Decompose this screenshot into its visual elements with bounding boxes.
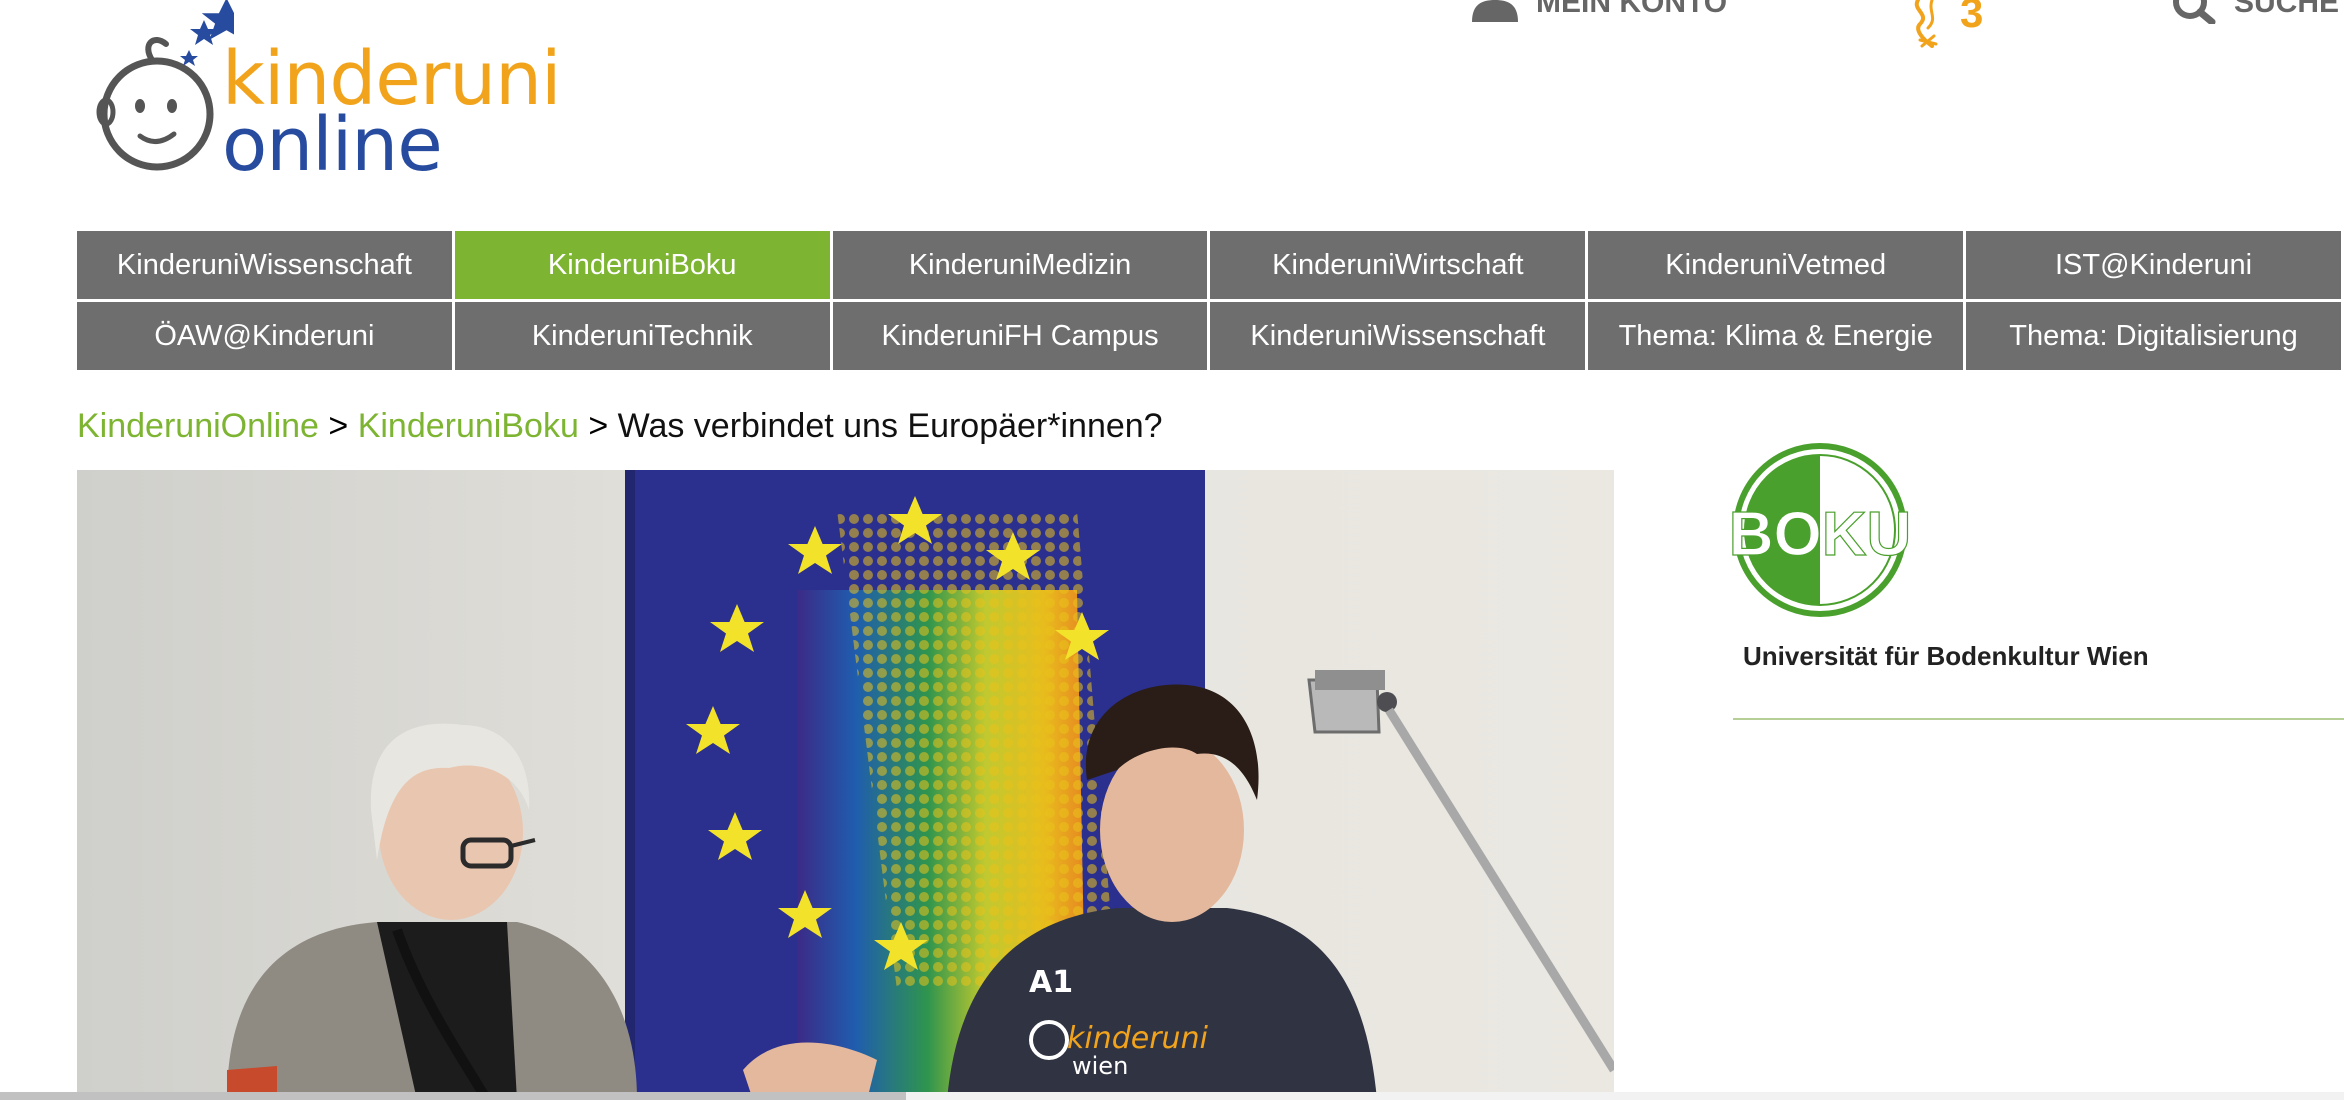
shirt-wien-text: wien [1072,1052,1128,1080]
account-link[interactable]: MEIN KONTO [1472,0,1727,30]
nav-item-ist-kinderuni[interactable]: IST@Kinderuni [1966,231,2341,299]
points-badge[interactable]: 3 [1910,0,1983,48]
nav-item-kinderuniwissenschaft[interactable]: KinderuniWissenschaft [77,231,452,299]
nav-item-thema-klima-energie[interactable]: Thema: Klima & Energie [1588,302,1964,370]
nav-item-kinderunivetmed[interactable]: KinderuniVetmed [1588,231,1964,299]
video-player[interactable]: A1 kinderuni wien [77,470,1614,1100]
breadcrumb: KinderuniOnline > KinderuniBoku > Was ve… [77,407,1163,446]
search-label: SUCHE [2234,0,2340,19]
nav-item-kinderuniwissenschaft-2[interactable]: KinderuniWissenschaft [1210,302,1586,370]
horizontal-scrollbar[interactable] [0,1092,2344,1100]
breadcrumb-current-page: Was verbindet uns Europäer*innen? [617,407,1163,445]
sidebar-divider [1733,718,2344,720]
kinderuni-online-logo[interactable]: kinderuni online [94,0,562,188]
boku-seal-icon: BOKU [1728,443,1912,617]
main-navigation: KinderuniWissenschaft KinderuniBoku Kind… [77,231,2344,370]
nav-item-oeaw-kinderuni[interactable]: ÖAW@Kinderuni [77,302,452,370]
search-icon [2173,0,2216,24]
scrollbar-thumb[interactable] [0,1092,906,1100]
account-label: MEIN KONTO [1536,0,1728,19]
user-icon [1472,0,1518,22]
nav-item-kinderuniboku[interactable]: KinderuniBoku [454,231,830,299]
nav-item-thema-digitalisierung[interactable]: Thema: Digitalisierung [1966,302,2341,370]
breadcrumb-separator: > [328,407,349,445]
nav-item-kinderunitechnik[interactable]: KinderuniTechnik [454,302,830,370]
points-value: 3 [1960,0,1984,36]
breadcrumb-link-kinderuniboku[interactable]: KinderuniBoku [358,407,579,445]
nav-item-kinderunimedizin[interactable]: KinderuniMedizin [832,231,1208,299]
boku-logo-text: BOKU [1730,500,1910,569]
ribbon-icon [1914,0,1938,48]
boku-logo[interactable]: BOKU [1728,443,1912,623]
breadcrumb-separator: > [588,407,609,445]
nav-item-kinderuniwirtschaft[interactable]: KinderuniWirtschaft [1210,231,1586,299]
search-link[interactable]: SUCHE [2172,0,2339,30]
shirt-brand-text: A1 [1029,965,1073,1000]
logo-mascot-icon [96,0,234,171]
breadcrumb-link-kinderunionline[interactable]: KinderuniOnline [77,407,319,445]
nav-row-2: ÖAW@Kinderuni KinderuniTechnik Kinderuni… [77,302,2344,370]
nav-item-kinderunifh-campus[interactable]: KinderuniFH Campus [832,302,1208,370]
nav-row-1: KinderuniWissenschaft KinderuniBoku Kind… [77,231,2344,299]
university-name: Universität für Bodenkultur Wien [1743,641,2149,671]
logo-text-online: online [222,102,443,188]
video-frame: A1 kinderuni wien [77,470,1614,1100]
shirt-kinderuni-text: kinderuni [1067,1021,1209,1056]
